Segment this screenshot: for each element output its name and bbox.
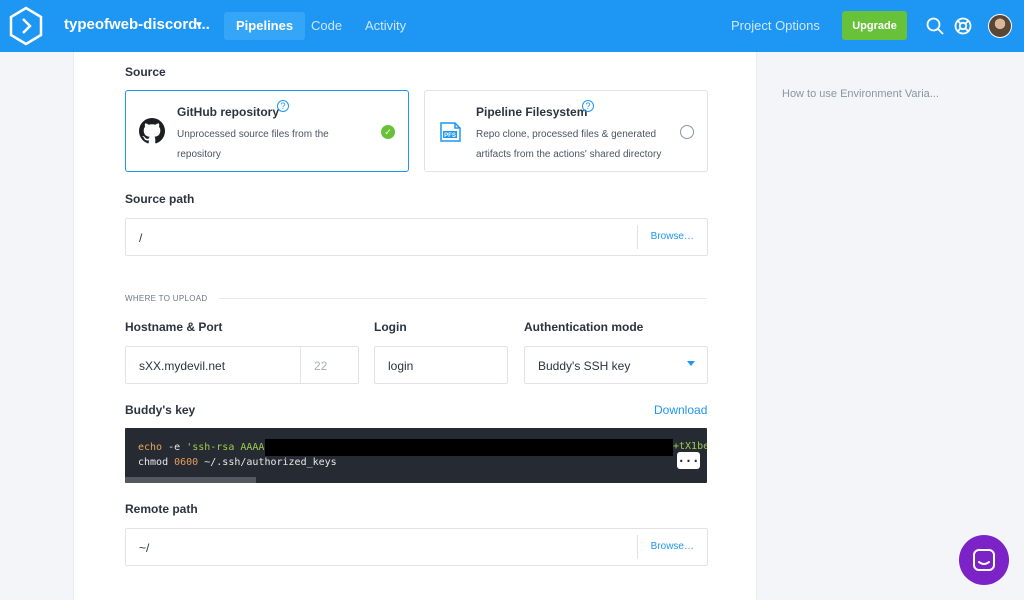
remote-path-browse-button[interactable]: Browse… (636, 535, 707, 559)
user-avatar[interactable] (988, 14, 1012, 38)
hostname-input[interactable]: sXX.mydevil.net 22 (125, 346, 359, 384)
upgrade-button[interactable]: Upgrade (842, 11, 907, 40)
source-option-pipeline-filesystem[interactable]: PFS Pipeline Filesystem ? Repo clone, pr… (424, 90, 708, 172)
project-options-link[interactable]: Project Options (731, 18, 820, 33)
pfs-option-description: Repo clone, processed files & generated … (476, 129, 662, 160)
radio-unselected-icon[interactable] (680, 125, 694, 139)
hostname-value: sXX.mydevil.net (139, 359, 226, 373)
svg-text:PFS: PFS (444, 133, 456, 139)
remote-path-input[interactable]: ~/ Browse… (125, 528, 708, 566)
project-name[interactable]: typeofweb-discord... (64, 16, 210, 33)
remote-path-label: Remote path (125, 502, 198, 516)
redacted-key (265, 439, 673, 456)
where-to-upload-section: WHERE TO UPLOAD (125, 294, 707, 308)
source-path-label: Source path (125, 192, 195, 206)
top-navigation-bar: typeofweb-discord... ▼ Pipelines Code Ac… (0, 0, 1024, 52)
search-icon[interactable] (925, 16, 945, 36)
github-option-title: GitHub repository (177, 105, 280, 119)
download-key-link[interactable]: Download (654, 403, 707, 417)
login-label: Login (374, 320, 407, 334)
horizontal-scrollbar[interactable] (125, 477, 256, 483)
main-panel: Source GitHub repository ? Unprocessed s… (73, 52, 757, 600)
source-path-browse-button[interactable]: Browse… (636, 225, 707, 249)
auth-mode-select[interactable]: Buddy's SSH key (524, 346, 708, 384)
remote-path-value: ~/ (139, 541, 150, 555)
ssh-key-code-block[interactable]: echo -e 'ssh-rsa AAAA8 +tX1be chmod 0600… (125, 428, 707, 483)
auth-mode-value: Buddy's SSH key (538, 359, 631, 373)
buddys-key-label: Buddy's key (125, 403, 196, 417)
port-divider (300, 347, 301, 383)
caret-down-icon (687, 361, 695, 366)
pfs-icon: PFS (440, 122, 461, 142)
chat-icon (973, 549, 995, 571)
login-input[interactable]: login (374, 346, 508, 384)
help-lifebuoy-icon[interactable] (953, 16, 973, 36)
source-path-input[interactable]: / Browse… (125, 218, 708, 256)
source-option-github[interactable]: GitHub repository ? Unprocessed source f… (125, 90, 409, 172)
question-circle-icon[interactable]: ? (582, 100, 594, 112)
code-line-1: echo -e 'ssh-rsa AAAA8 (138, 442, 271, 453)
more-options-button[interactable]: ... (677, 452, 700, 469)
hostname-port-label: Hostname & Port (125, 320, 223, 334)
source-label: Source (125, 65, 166, 79)
port-input[interactable]: 22 (314, 359, 327, 373)
env-variables-help-link[interactable]: How to use Environment Varia... (782, 88, 939, 100)
pfs-option-title: Pipeline Filesystem (476, 105, 588, 119)
login-value: login (388, 359, 414, 373)
code-line-2: chmod 0600 ~/.ssh/authorized_keys (138, 457, 337, 468)
buddy-logo-icon[interactable] (8, 6, 44, 46)
source-path-value: / (139, 231, 143, 245)
question-circle-icon[interactable]: ? (277, 100, 289, 112)
tab-activity[interactable]: Activity (353, 12, 418, 40)
auth-mode-label: Authentication mode (524, 320, 644, 334)
github-option-description: Unprocessed source files from the reposi… (177, 129, 329, 160)
chevron-down-icon[interactable]: ▼ (194, 20, 204, 31)
chat-launcher-button[interactable] (959, 535, 1009, 585)
github-icon (139, 118, 165, 144)
check-circle-icon: ✓ (381, 125, 395, 139)
section-title: WHERE TO UPLOAD (125, 294, 220, 303)
tab-pipelines[interactable]: Pipelines (224, 12, 306, 40)
tab-code[interactable]: Code (299, 12, 354, 40)
